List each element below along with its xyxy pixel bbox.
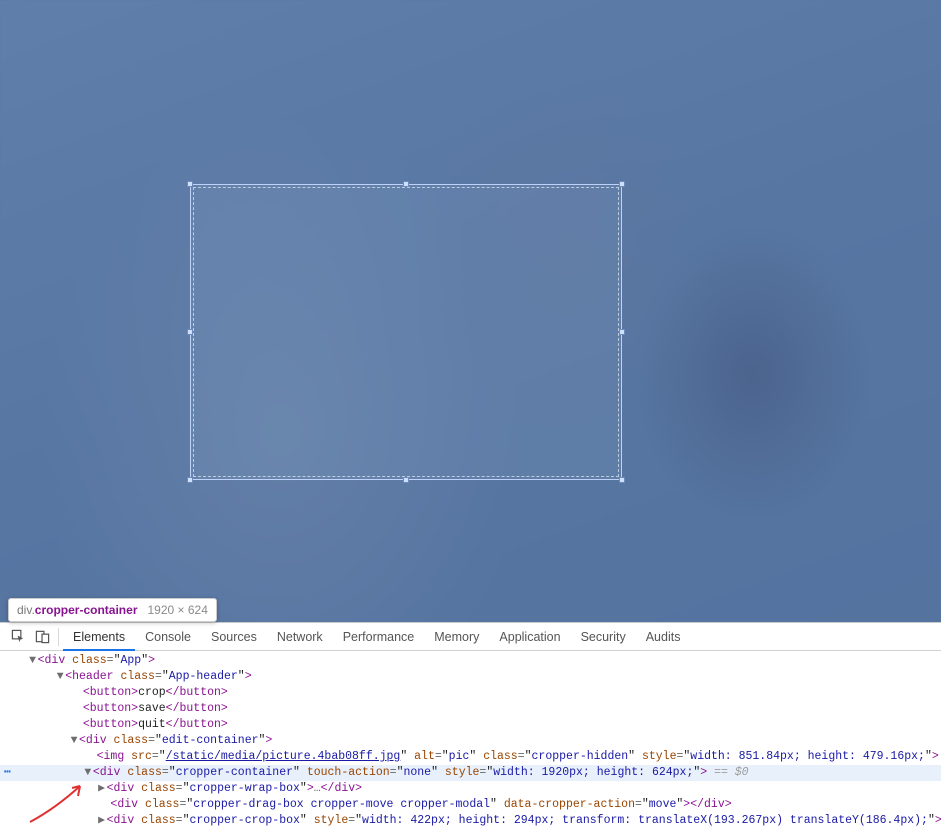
dom-node-app[interactable]: ▼<div class="App"> (0, 653, 941, 669)
cropper-crop-box[interactable] (190, 184, 622, 480)
dom-node-header[interactable]: ▼<header class="App-header"> (0, 669, 941, 685)
inspect-element-icon[interactable] (6, 625, 30, 649)
tab-security[interactable]: Security (571, 623, 636, 651)
tooltip-selector: div.cropper-container (17, 603, 137, 617)
dom-node-cropper-container[interactable]: ⋯ ▼<div class="cropper-container" touch-… (0, 765, 941, 781)
tab-console[interactable]: Console (135, 623, 201, 651)
devtools-panel: Elements Console Sources Network Perform… (0, 622, 941, 832)
breakpoint-gutter-icon[interactable]: ⋯ (4, 765, 12, 781)
dom-node-drag-box[interactable]: <div class="cropper-drag-box cropper-mov… (0, 797, 941, 813)
tab-separator (58, 628, 59, 646)
tab-performance[interactable]: Performance (333, 623, 425, 651)
crop-handle-s[interactable] (403, 477, 409, 483)
devtools-tab-bar: Elements Console Sources Network Perform… (0, 623, 941, 651)
device-toolbar-icon[interactable] (30, 625, 54, 649)
app-preview (0, 0, 941, 622)
dom-node-img[interactable]: <img src="/static/media/picture.4bab08ff… (0, 749, 941, 765)
dom-node-button-crop[interactable]: <button>crop</button> (0, 685, 941, 701)
tab-elements[interactable]: Elements (63, 623, 135, 651)
dom-node-crop-box[interactable]: ▶<div class="cropper-crop-box" style="wi… (0, 813, 941, 829)
tab-sources[interactable]: Sources (201, 623, 267, 651)
crop-handle-sw[interactable] (187, 477, 193, 483)
crop-handle-w[interactable] (187, 329, 193, 335)
tab-network[interactable]: Network (267, 623, 333, 651)
crop-handle-n[interactable] (403, 181, 409, 187)
crop-handle-se[interactable] (619, 477, 625, 483)
crop-handle-nw[interactable] (187, 181, 193, 187)
dom-node-button-quit[interactable]: <button>quit</button> (0, 717, 941, 733)
dom-node-button-save[interactable]: <button>save</button> (0, 701, 941, 717)
tab-memory[interactable]: Memory (424, 623, 489, 651)
dom-node-edit-container[interactable]: ▼<div class="edit-container"> (0, 733, 941, 749)
element-inspect-tooltip: div.cropper-container 1920 × 624 (8, 598, 217, 622)
tab-application[interactable]: Application (489, 623, 570, 651)
crop-handle-e[interactable] (619, 329, 625, 335)
tooltip-dimensions: 1920 × 624 (147, 603, 207, 617)
tab-audits[interactable]: Audits (636, 623, 691, 651)
elements-dom-tree[interactable]: ▼<div class="App"> ▼<header class="App-h… (0, 651, 941, 832)
crop-handle-ne[interactable] (619, 181, 625, 187)
dom-node-wrap-box[interactable]: ▶<div class="cropper-wrap-box">…</div> (0, 781, 941, 797)
